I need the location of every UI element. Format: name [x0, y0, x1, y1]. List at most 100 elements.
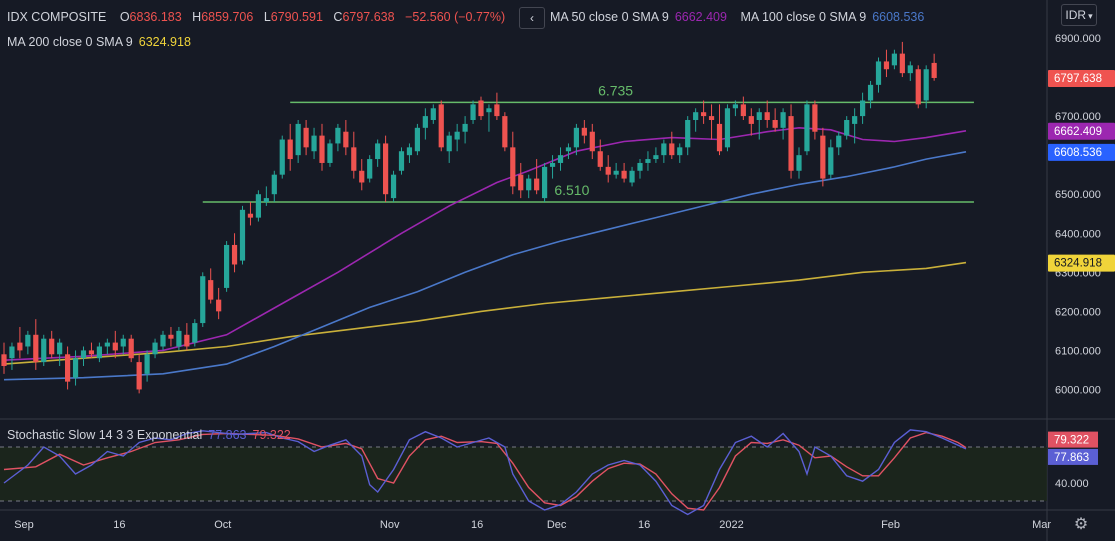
candle-body [17, 342, 23, 351]
stoch-k-value: 77.863 [208, 428, 247, 442]
candle-body [367, 159, 373, 179]
candle-body [804, 104, 810, 152]
candle-body [216, 299, 222, 312]
candle-body [192, 323, 198, 343]
candle-body [335, 127, 341, 144]
candle-body [510, 147, 516, 187]
candle-body [454, 131, 460, 140]
candle-body [414, 127, 420, 152]
candle-body [351, 147, 357, 171]
candle-body [72, 358, 79, 378]
stoch-title: Stochastic Slow 14 3 3 Exponential [7, 428, 203, 442]
candle-body [65, 354, 71, 382]
candle-body [677, 147, 683, 156]
price-tick-label: 6000.000 [1055, 384, 1101, 396]
ma-legend-row2: MA 200 close 0 SMA 9 6324.918 [7, 35, 193, 49]
level-label: 6.510 [554, 182, 589, 198]
candle-body [239, 209, 246, 261]
candle-body [231, 244, 238, 265]
candle-body [883, 61, 890, 70]
candle-body [549, 162, 556, 167]
candle-body [319, 135, 325, 163]
candle-body [303, 127, 309, 148]
currency-selector[interactable]: IDR ▾ [1061, 4, 1097, 26]
candle-body [899, 53, 905, 74]
candle-body [693, 112, 699, 121]
ma200-label: MA 200 close 0 SMA 9 [7, 35, 133, 49]
stoch-legend: Stochastic Slow 14 3 3 Exponential 77.863… [7, 428, 293, 442]
candle-body [327, 143, 333, 163]
candle-body [359, 170, 365, 183]
stoch-tick-label: 40.000 [1055, 478, 1089, 490]
candle-body [820, 135, 826, 179]
candle-body [518, 174, 524, 191]
candle-body [557, 155, 564, 163]
candle-body [613, 170, 619, 175]
collapse-legend-button[interactable]: ‹ [519, 7, 545, 29]
ma100-label: MA 100 close 0 SMA 9 [740, 10, 867, 24]
candle-body [669, 143, 675, 156]
stoch-label-text: 79.322 [1054, 435, 1089, 447]
candle-body [860, 100, 866, 117]
candle-body [486, 108, 492, 113]
candle-body [295, 123, 301, 156]
candle-body [25, 334, 31, 347]
candle-body [875, 61, 882, 85]
stoch-label-text: 77.863 [1054, 452, 1089, 464]
change-value: −52.560 (−0.77%) [405, 10, 506, 24]
chart-canvas[interactable]: 6900.0006800.0006700.0006600.0006500.000… [0, 0, 1115, 541]
low-value: 6790.591 [270, 10, 323, 24]
chevron-down-icon: ▾ [1088, 11, 1093, 21]
candle-body [565, 147, 572, 152]
candle-body [168, 334, 174, 339]
candle-body [375, 143, 381, 160]
open-value: 6836.183 [129, 10, 182, 24]
candle-body [852, 116, 858, 124]
price-tick-label: 6500.000 [1055, 189, 1101, 201]
low-label: L [263, 10, 271, 24]
candle-body [49, 338, 55, 355]
price-tick-label: 6100.000 [1055, 345, 1101, 357]
ma-legend-row1: MA 50 close 0 SMA 9 6662.409 MA 100 close… [550, 10, 926, 24]
close-value: 6797.638 [342, 10, 395, 24]
time-tick-label: Oct [214, 519, 231, 531]
candle-body [255, 194, 261, 218]
candle-body [534, 178, 540, 191]
price-pane [0, 0, 1047, 418]
candle-body [701, 112, 707, 117]
symbol-name: IDX COMPOSITE [7, 10, 107, 24]
candle-body [279, 139, 285, 175]
gear-icon[interactable]: ⚙ [1072, 516, 1090, 534]
candle-body [542, 166, 548, 199]
candle-body [57, 342, 63, 355]
candle-body [263, 198, 269, 203]
candle-body [311, 135, 317, 152]
time-tick-label: 16 [471, 519, 483, 531]
ma50-label: MA 50 close 0 SMA 9 [550, 10, 669, 24]
price-label-text: 6797.638 [1054, 73, 1102, 85]
time-tick-label: Mar [1032, 519, 1051, 531]
candle-body [645, 159, 651, 163]
candle-body [597, 151, 603, 167]
open-label: O [119, 10, 130, 24]
candle-body [430, 108, 436, 121]
chevron-left-icon: ‹ [530, 11, 534, 25]
candle-body [772, 120, 778, 128]
currency-label: IDR [1065, 8, 1087, 22]
candle-body [581, 127, 587, 136]
candle-body [629, 170, 635, 183]
candle-body [716, 123, 723, 152]
candle-body [271, 174, 277, 195]
time-tick-label: 16 [113, 519, 125, 531]
candle-body [128, 338, 134, 359]
candle-body [112, 342, 118, 351]
candle-body [200, 276, 206, 324]
candle-body [104, 342, 110, 347]
candle-body [589, 131, 595, 152]
candle-body [836, 135, 842, 148]
candle-body [88, 350, 95, 355]
candle-body [740, 104, 746, 117]
time-tick-label: Sep [14, 519, 34, 531]
candle-body [406, 147, 413, 156]
candle-body [732, 104, 738, 109]
